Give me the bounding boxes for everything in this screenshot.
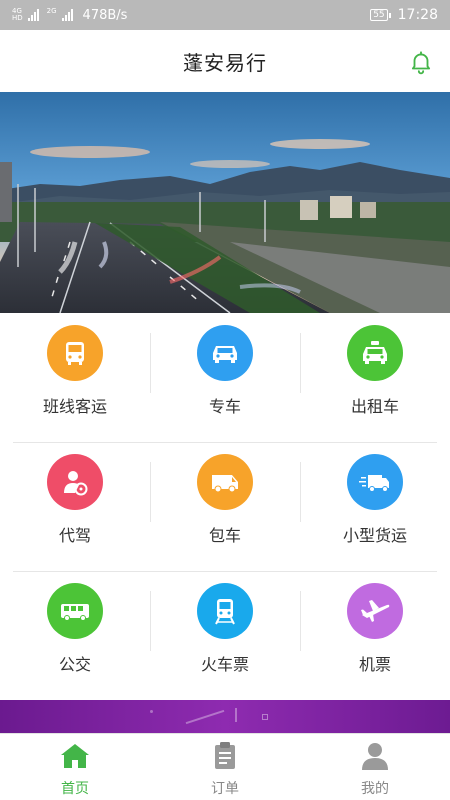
battery-icon: 55	[370, 9, 392, 21]
tab-profile[interactable]: 我的	[300, 734, 450, 800]
service-train-tickets[interactable]: 火车票	[150, 571, 300, 700]
service-label: 包车	[208, 526, 241, 545]
plane-icon	[347, 583, 403, 639]
service-label: 出租车	[350, 397, 399, 416]
service-intercity-bus[interactable]: 班线客运	[0, 313, 150, 442]
service-label: 代驾	[58, 526, 91, 545]
banner-image[interactable]	[0, 92, 450, 313]
banner-illustration	[0, 92, 450, 313]
status-right: 55 17:28	[370, 7, 438, 23]
service-label: 火车票	[200, 655, 249, 674]
page-title: 蓬安易行	[183, 50, 267, 75]
services-grid: 班线客运 专车 出租车 代驾 包车 小型货运 公交 火车票 机票	[0, 313, 450, 700]
van-icon	[197, 454, 253, 510]
service-label: 班线客运	[42, 397, 107, 416]
promo-banner[interactable]	[0, 700, 450, 733]
bell-icon[interactable]	[408, 49, 434, 75]
car-front-icon	[197, 325, 253, 381]
clipboard-icon	[215, 742, 235, 769]
signal-icon	[27, 9, 39, 21]
service-label: 小型货运	[342, 526, 407, 545]
service-public-bus[interactable]: 公交	[0, 571, 150, 700]
service-flight-tickets[interactable]: 机票	[300, 571, 450, 700]
tab-label: 首页	[61, 781, 89, 797]
tab-label: 我的	[361, 781, 389, 797]
status-bar: 4G HD 2G 478B/s 55 17:28	[0, 0, 450, 30]
status-left: 4G HD 2G 478B/s	[12, 8, 127, 23]
train-icon	[197, 583, 253, 639]
network-type-2: 2G	[47, 8, 57, 22]
network-type-1: 4G HD	[12, 8, 23, 22]
driver-icon	[47, 454, 103, 510]
service-small-freight[interactable]: 小型货运	[300, 442, 450, 571]
bus-front-icon	[47, 325, 103, 381]
battery-level: 55	[373, 10, 385, 20]
home-icon	[61, 744, 89, 768]
signal-icon-2	[61, 9, 73, 21]
service-private-car[interactable]: 专车	[150, 313, 300, 442]
network-speed: 478B/s	[82, 7, 128, 23]
network-type-1-sub: HD	[12, 14, 23, 22]
tab-label: 订单	[211, 781, 239, 797]
tab-orders[interactable]: 订单	[150, 734, 300, 800]
service-designated-driver[interactable]: 代驾	[0, 442, 150, 571]
services-row-1: 班线客运 专车 出租车	[0, 313, 450, 442]
taxi-icon	[347, 325, 403, 381]
service-label: 公交	[58, 655, 91, 674]
service-taxi[interactable]: 出租车	[300, 313, 450, 442]
truck-icon	[347, 454, 403, 510]
services-row-2: 代驾 包车 小型货运	[0, 442, 450, 571]
bottom-nav: 首页 订单 我的	[0, 733, 450, 800]
service-label: 专车	[208, 397, 241, 416]
service-label: 机票	[358, 655, 391, 674]
bus-side-icon	[47, 583, 103, 639]
services-row-3: 公交 火车票 机票	[0, 571, 450, 700]
user-icon	[362, 743, 388, 770]
tab-home[interactable]: 首页	[0, 734, 150, 800]
service-charter[interactable]: 包车	[150, 442, 300, 571]
clock: 17:28	[397, 7, 438, 23]
app-header: 蓬安易行	[0, 30, 450, 92]
